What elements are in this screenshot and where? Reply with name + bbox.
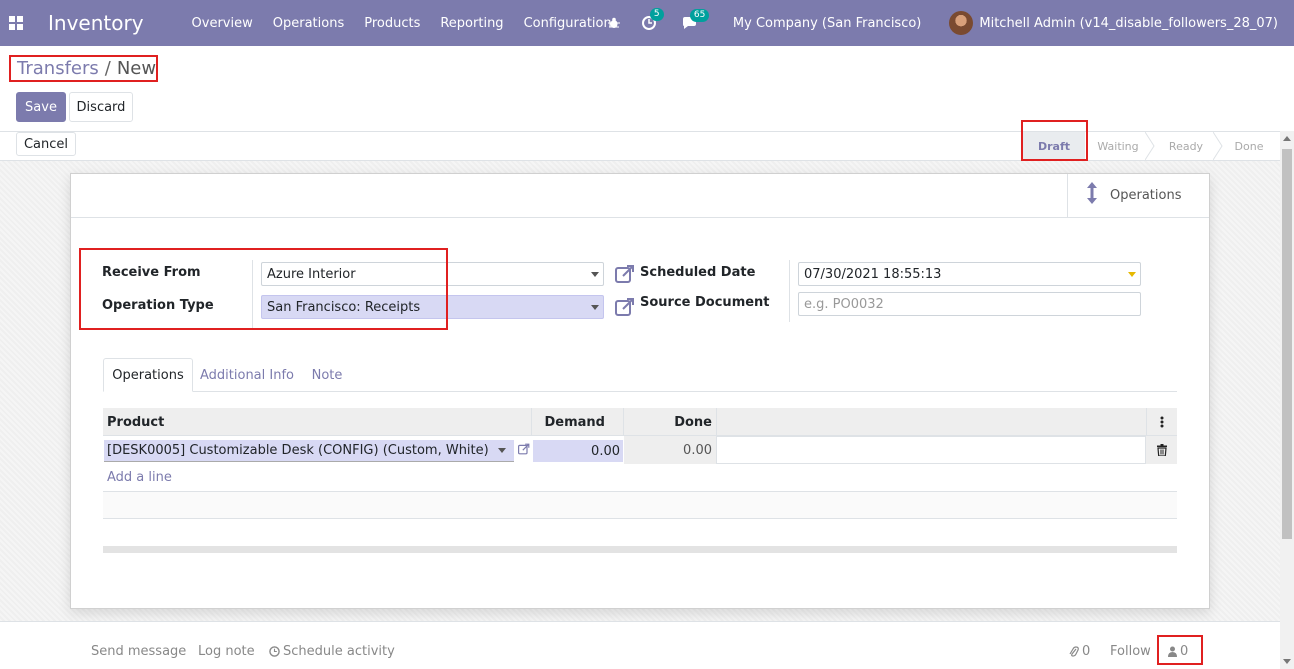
updown-arrows-icon	[1086, 182, 1098, 209]
table-row[interactable]: [DESK0005] Customizable Desk (CONFIG) (C…	[103, 436, 1177, 464]
column-header-done[interactable]: Done	[624, 408, 717, 436]
stage-ready[interactable]: Ready	[1155, 132, 1217, 160]
send-message-button[interactable]: Send message	[91, 644, 186, 659]
tab-operations[interactable]: Operations	[103, 358, 193, 392]
chevron-down-icon[interactable]	[591, 272, 599, 277]
delete-row-icon[interactable]	[1146, 436, 1177, 464]
stage-done[interactable]: Done	[1222, 132, 1276, 160]
column-header-product[interactable]: Product	[103, 408, 532, 436]
external-link-icon[interactable]	[615, 297, 635, 317]
vertical-scrollbar[interactable]	[1280, 131, 1294, 669]
attachments-count: 0	[1082, 644, 1091, 659]
app-brand[interactable]: Inventory	[48, 11, 144, 35]
external-link-icon[interactable]	[615, 264, 635, 284]
product-field[interactable]: [DESK0005] Customizable Desk (CONFIG) (C…	[104, 440, 514, 462]
column-options-icon[interactable]	[1147, 408, 1177, 436]
top-navbar: Inventory Overview Operations Products R…	[0, 0, 1294, 46]
operations-smart-button[interactable]: Operations	[1067, 174, 1209, 217]
statusbar: Cancel Draft Waiting Ready Done	[0, 131, 1294, 161]
scheduled-date-value: 07/30/2021 18:55:13	[804, 266, 942, 282]
activity-badge: 5	[649, 8, 664, 21]
schedule-activity-label: Schedule activity	[283, 644, 395, 659]
external-link-icon[interactable]	[518, 443, 530, 455]
column-header-demand[interactable]: Demand	[532, 408, 624, 436]
source-document-input[interactable]: e.g. PO0032	[798, 292, 1141, 316]
company-switcher[interactable]: My Company (San Francisco)	[733, 16, 921, 31]
log-note-button[interactable]: Log note	[198, 644, 255, 659]
scrollbar-thumb[interactable]	[1282, 149, 1292, 539]
draft-highlight-box	[1021, 120, 1088, 161]
menu-operations[interactable]: Operations	[273, 16, 344, 31]
messages-chat-icon[interactable]: 65	[682, 8, 710, 30]
horizontal-scrollbar[interactable]	[103, 546, 1177, 553]
product-value: [DESK0005] Customizable Desk (CONFIG) (C…	[107, 443, 489, 458]
empty-cell	[716, 436, 1146, 464]
scheduled-date-label: Scheduled Date	[640, 265, 756, 280]
table-header: Product Demand Done	[103, 408, 1177, 436]
scroll-down-icon[interactable]	[1283, 659, 1291, 664]
scroll-up-icon[interactable]	[1283, 136, 1291, 141]
stage-waiting[interactable]: Waiting	[1088, 132, 1148, 160]
breadcrumb-current: New	[116, 58, 157, 79]
group-divider	[789, 260, 790, 322]
done-cell: 0.00	[624, 436, 716, 464]
menu-reporting[interactable]: Reporting	[440, 16, 503, 31]
save-button[interactable]: Save	[16, 92, 66, 122]
scheduled-date-field[interactable]: 07/30/2021 18:55:13	[798, 262, 1141, 286]
source-document-placeholder: e.g. PO0032	[804, 296, 884, 312]
tab-note[interactable]: Note	[303, 358, 351, 392]
chevron-down-icon[interactable]	[498, 448, 506, 453]
cancel-button[interactable]: Cancel	[16, 132, 76, 156]
navbar-systray: 5 65 My Company (San Francisco) Mitchell…	[586, 0, 1278, 46]
breadcrumb-separator: /	[104, 58, 111, 79]
clock-icon	[269, 646, 280, 657]
add-a-line-link[interactable]: Add a line	[107, 470, 172, 485]
followers-highlight-box	[1157, 635, 1203, 665]
source-document-label: Source Document	[640, 295, 770, 310]
receive-from-highlight-box	[79, 248, 448, 330]
chatter-topbar: Send message Log note Schedule activity …	[0, 621, 1280, 669]
activity-clock-icon[interactable]: 5	[641, 8, 664, 30]
form-sheet: Operations Receive From Operation Type A…	[70, 173, 1210, 609]
schedule-activity-button[interactable]: Schedule activity	[269, 644, 395, 659]
paperclip-icon	[1069, 645, 1079, 657]
chevron-down-icon[interactable]	[591, 305, 599, 310]
demand-field[interactable]: 0.00	[533, 440, 623, 462]
attachments-button[interactable]: 0	[1069, 644, 1090, 659]
user-avatar[interactable]	[949, 11, 974, 35]
messages-badge: 65	[689, 8, 710, 22]
breadcrumb: Transfers / New	[9, 55, 158, 82]
menu-overview[interactable]: Overview	[192, 16, 253, 31]
user-menu[interactable]: Mitchell Admin (v14_disable_followers_28…	[979, 16, 1278, 31]
stage-separator-icon	[1145, 132, 1155, 160]
tab-additional-info[interactable]: Additional Info	[197, 358, 297, 392]
chevron-down-icon[interactable]	[1128, 272, 1136, 277]
button-box: Operations	[71, 174, 1209, 218]
discard-button[interactable]: Discard	[69, 92, 133, 122]
bug-icon[interactable]	[607, 17, 620, 29]
done-value: 0.00	[683, 442, 712, 458]
follow-button[interactable]: Follow	[1110, 644, 1151, 659]
column-header-empty	[717, 408, 1147, 436]
demand-value: 0.00	[591, 443, 620, 459]
notebook-tabs: Operations Additional Info Note	[103, 358, 1177, 392]
empty-table-row	[103, 492, 1177, 519]
breadcrumb-transfers[interactable]: Transfers	[17, 58, 99, 79]
smart-button-label: Operations	[1110, 188, 1182, 203]
apps-menu-icon[interactable]	[0, 0, 32, 46]
menu-products[interactable]: Products	[364, 16, 420, 31]
